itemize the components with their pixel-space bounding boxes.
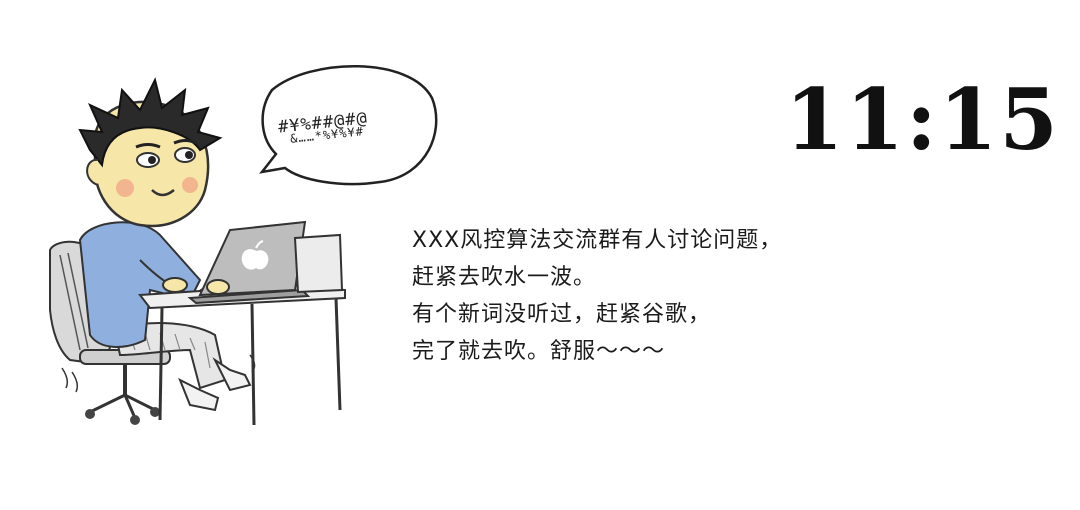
story-text: XXX风控算法交流群有人讨论问题， 赶紧去吹水一波。 有个新词没听过，赶紧谷歌，… — [412, 222, 782, 370]
story-line: 完了就去吹。舒服～～～ — [412, 339, 666, 364]
clock-time: 11:15 — [785, 70, 1060, 169]
story-line: XXX风控算法交流群有人讨论问题， — [412, 228, 783, 253]
story-line: 赶紧去吹水一波。 — [412, 265, 597, 290]
story-line: 有个新词没听过，赶紧谷歌， — [412, 302, 712, 327]
head — [78, 77, 223, 228]
programmer-illustration — [49, 64, 438, 426]
